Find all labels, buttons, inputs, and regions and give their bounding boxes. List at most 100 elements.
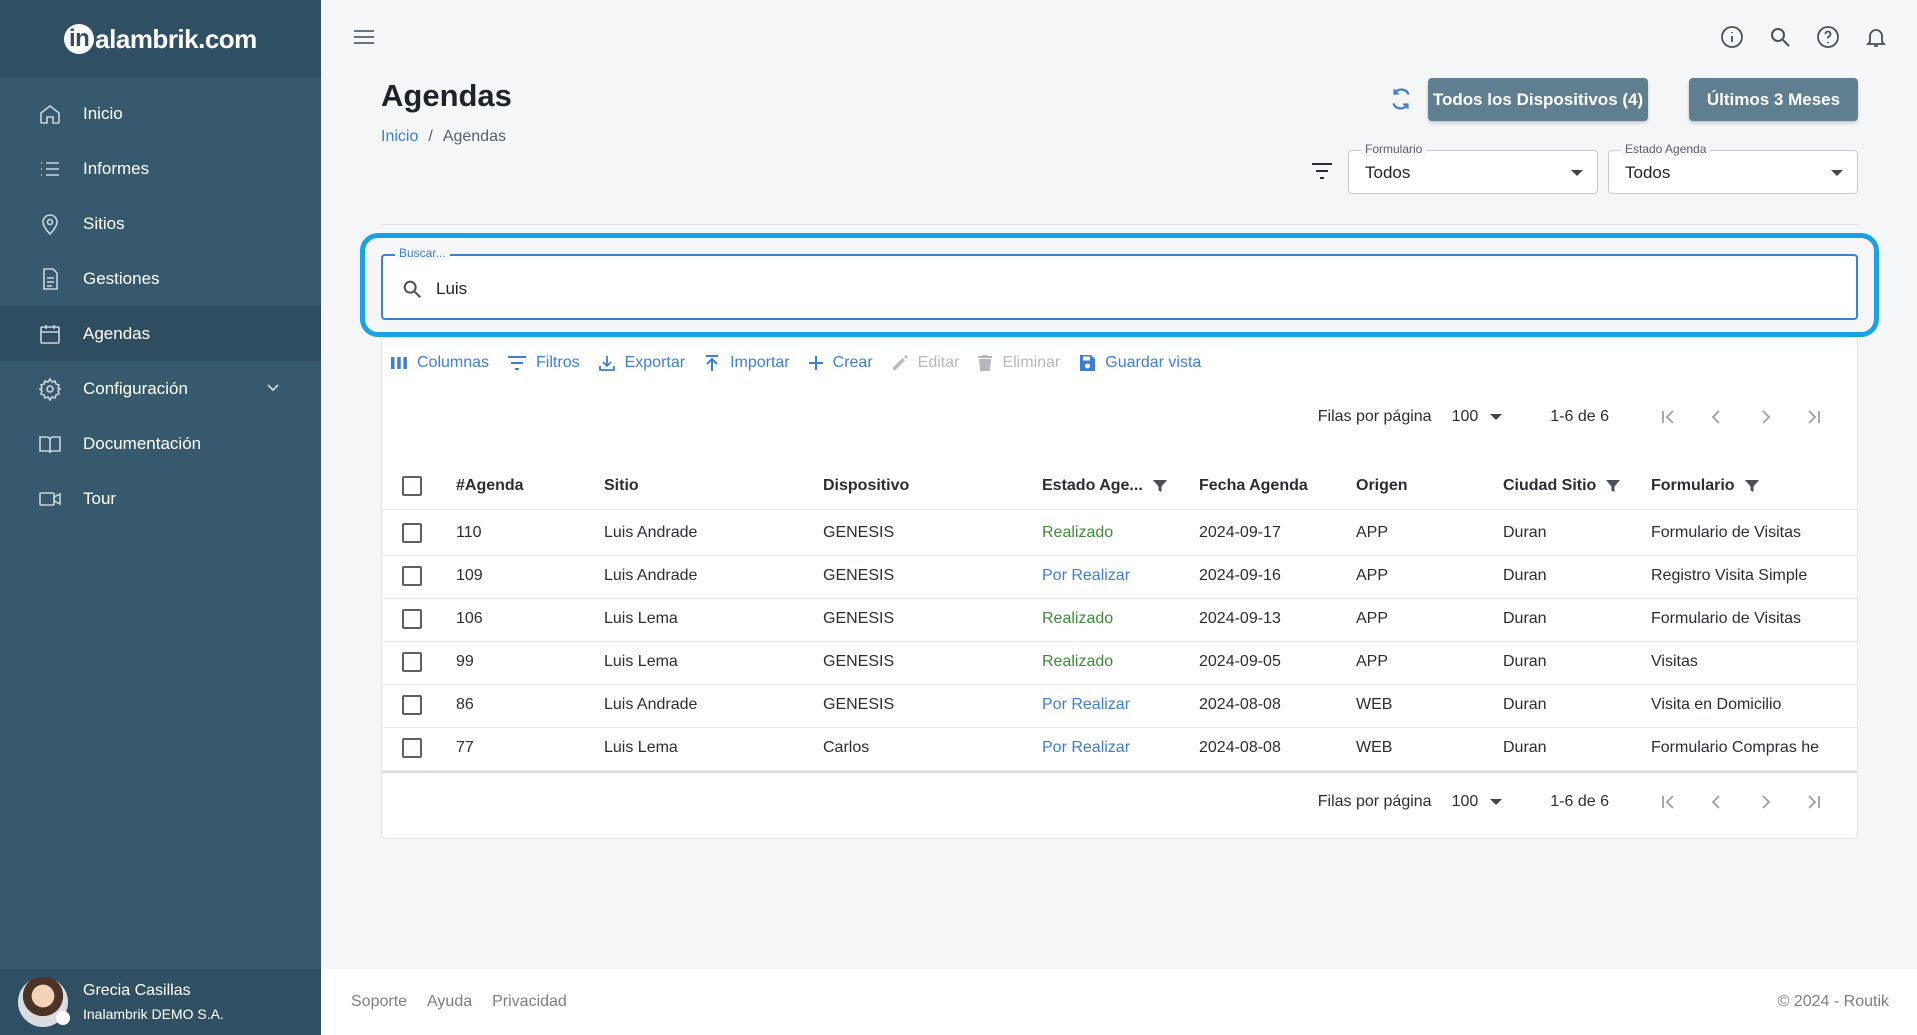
column-header-fecha[interactable]: Fecha Agenda [1199, 462, 1349, 509]
cell-estado: Por Realizar [1042, 696, 1131, 713]
sidebar-item-label: Sitios [83, 213, 125, 233]
table-row[interactable]: 86 Luis Andrade GENESIS Por Realizar 2024-08… [382, 683, 1857, 728]
column-header-formulario-label: Formulario [1651, 476, 1735, 494]
sidebar-item-gestiones[interactable]: Gestiones [0, 251, 321, 306]
next-page-icon[interactable] [1741, 408, 1789, 426]
last-3-months-button[interactable]: Últimos 3 Meses [1689, 78, 1858, 121]
sidebar-item-configuracion[interactable]: Configuración [0, 361, 321, 416]
table-row[interactable]: 109 Luis Andrade GENESIS Por Realizar 2024-0… [382, 554, 1857, 599]
next-page-icon[interactable] [1741, 793, 1789, 811]
filters-button[interactable]: Filtros [507, 354, 580, 372]
column-header-agenda[interactable]: #Agenda [456, 462, 596, 509]
sidebar-item-label: Tour [83, 488, 117, 508]
document-icon [38, 267, 62, 291]
cell-sitio: Luis Andrade [604, 567, 698, 584]
prev-page-icon[interactable] [1693, 408, 1741, 426]
column-header-sitio[interactable]: Sitio [604, 462, 814, 509]
export-label: Exportar [624, 354, 686, 371]
row-checkbox[interactable] [402, 609, 422, 629]
top-actions [1719, 24, 1889, 50]
cell-sitio: Luis Lema [604, 610, 678, 627]
cell-fecha: 2024-09-13 [1199, 610, 1281, 627]
footer-link-ayuda[interactable]: Ayuda [427, 993, 472, 1011]
search-input[interactable]: Buscar... Luis [381, 246, 1858, 320]
menu-icon[interactable] [352, 27, 376, 47]
filter-lines-icon[interactable] [1311, 162, 1333, 185]
chevron-down-icon[interactable] [265, 379, 281, 400]
cell-estado: Por Realizar [1042, 739, 1131, 756]
form-select[interactable]: Formulario Todos [1348, 142, 1598, 194]
cell-dispositivo: GENESIS [823, 610, 895, 627]
row-checkbox[interactable] [402, 738, 422, 758]
sidebar-item-sitios[interactable]: Sitios [0, 196, 321, 251]
grid-toolbar: Columnas Filtros Exportar Importar Crear… [390, 354, 1219, 372]
columns-button[interactable]: Columnas [390, 354, 489, 372]
pencil-icon [892, 355, 908, 370]
sidebar-item-tour[interactable]: Tour [0, 471, 321, 526]
status-select[interactable]: Estado Agenda Todos [1608, 142, 1858, 194]
filter-icon [508, 356, 527, 370]
rows-per-page-value: 100 [1451, 408, 1479, 425]
table-row[interactable]: 77 Luis Lema Carlos Por Realizar 2024-08-08 W… [382, 726, 1857, 771]
calendar-icon [38, 322, 62, 346]
user-profile[interactable]: Grecia Casillas Inalambrik DEMO S.A. [0, 969, 321, 1035]
row-checkbox[interactable] [402, 566, 422, 586]
refresh-icon[interactable] [1388, 86, 1414, 112]
cell-estado: Por Realizar [1042, 567, 1131, 584]
sidebar-item-informes[interactable]: Informes [0, 141, 321, 196]
cell-id: 106 [456, 610, 483, 627]
sidebar-item-inicio[interactable]: Inicio [0, 86, 321, 141]
brand-logo[interactable]: in alambrik.com [64, 24, 257, 55]
table-row[interactable]: 99 Luis Lema GENESIS Realizado 2024-09-05 APP… [382, 640, 1857, 685]
help-icon[interactable] [1815, 24, 1841, 50]
row-checkbox[interactable] [402, 695, 422, 715]
cell-origen: WEB [1356, 696, 1393, 713]
select-all-checkbox[interactable] [402, 475, 422, 496]
breadcrumb-home-link[interactable]: Inicio [381, 128, 418, 146]
column-header-dispositivo[interactable]: Dispositivo [823, 462, 1023, 509]
cell-id: 86 [456, 696, 474, 713]
prev-page-icon[interactable] [1693, 793, 1741, 811]
avatar[interactable] [18, 977, 70, 1027]
upload-icon [706, 355, 719, 371]
bell-icon[interactable] [1863, 24, 1889, 50]
create-button[interactable]: Crear [808, 354, 873, 372]
cell-origen: APP [1356, 524, 1389, 541]
export-button[interactable]: Exportar [598, 354, 685, 372]
last-page-icon[interactable] [1789, 408, 1837, 426]
first-page-icon[interactable] [1645, 408, 1693, 426]
footer-link-privacidad[interactable]: Privacidad [492, 993, 567, 1011]
sidebar: in alambrik.com Inicio Informes Sitios G… [0, 0, 321, 1035]
info-icon[interactable] [1719, 24, 1745, 50]
column-header-formulario[interactable]: Formulario [1651, 462, 1841, 509]
footer-link-soporte[interactable]: Soporte [351, 993, 407, 1011]
column-header-ciudad[interactable]: Ciudad Sitio [1503, 462, 1643, 509]
edit-button[interactable]: Editar [891, 354, 959, 372]
user-org: Inalambrik DEMO S.A. [83, 1006, 224, 1022]
status-select-label: Estado Agenda [1621, 142, 1711, 156]
sidebar-item-agendas[interactable]: Agendas [0, 306, 321, 361]
sidebar-item-documentacion[interactable]: Documentación [0, 416, 321, 471]
row-select-cell [402, 511, 432, 555]
all-devices-button[interactable]: Todos los Dispositivos (4) [1428, 78, 1648, 121]
table-row[interactable]: 110 Luis Andrade GENESIS Realizado 2024-09-1… [382, 511, 1857, 556]
breadcrumb-current: Agendas [442, 128, 506, 145]
column-header-estado[interactable]: Estado Age... [1042, 462, 1192, 509]
row-checkbox[interactable] [402, 652, 422, 672]
plus-icon [808, 356, 823, 370]
row-select-cell [402, 554, 432, 598]
row-checkbox[interactable] [402, 523, 422, 543]
rows-per-page-select[interactable]: 100 [1452, 793, 1503, 811]
rows-per-page-select[interactable]: 100 [1452, 408, 1503, 426]
caret-down-icon [1571, 170, 1583, 176]
search-icon[interactable] [1767, 24, 1793, 50]
cell-estado: Realizado [1042, 524, 1114, 541]
table-row[interactable]: 106 Luis Lema GENESIS Realizado 2024-09-13 AP… [382, 597, 1857, 642]
save-view-button[interactable]: Guardar vista [1078, 354, 1201, 372]
column-header-origen[interactable]: Origen [1356, 462, 1496, 509]
last-page-icon[interactable] [1789, 793, 1837, 811]
import-button[interactable]: Importar [703, 354, 790, 372]
first-page-icon[interactable] [1645, 793, 1693, 811]
delete-button[interactable]: Eliminar [977, 354, 1060, 372]
row-select-cell [402, 683, 432, 727]
